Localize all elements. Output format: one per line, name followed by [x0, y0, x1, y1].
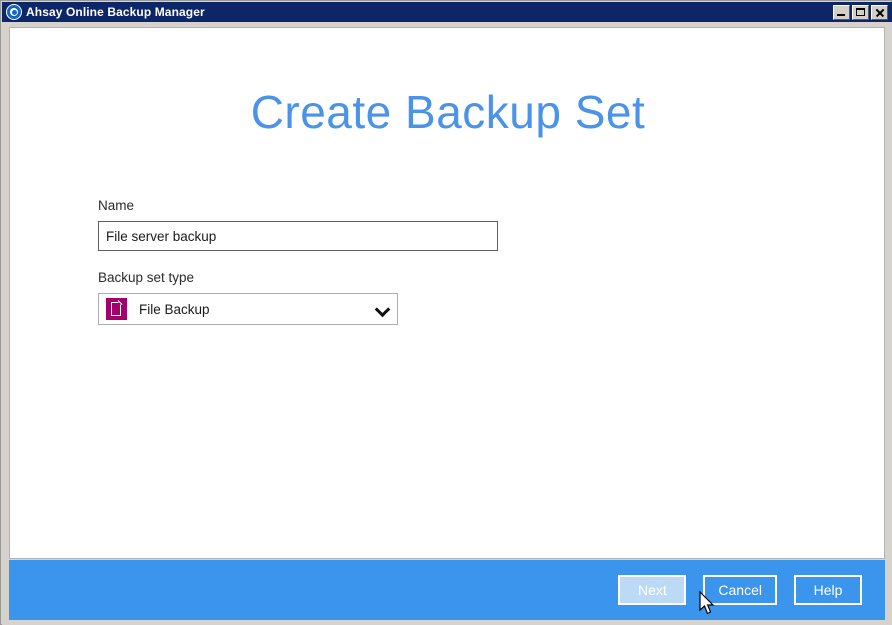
- help-button[interactable]: Help: [794, 575, 862, 605]
- name-field-label: Name: [98, 198, 135, 213]
- backup-set-type-value: File Backup: [139, 301, 210, 317]
- wizard-footer: Next Cancel Help: [9, 560, 885, 620]
- window-controls: [833, 4, 890, 20]
- window-title: Ahsay Online Backup Manager: [26, 5, 205, 19]
- next-button[interactable]: Next: [618, 575, 687, 605]
- backup-set-type-dropdown[interactable]: File Backup: [98, 293, 398, 325]
- maximize-icon: [856, 7, 865, 16]
- page-title: Create Backup Set: [250, 86, 646, 138]
- backup-set-name-input[interactable]: [98, 221, 498, 251]
- application-window: Ahsay Online Backup Manager Create Backu…: [0, 0, 892, 625]
- ahsay-ring-logo-icon: [6, 4, 22, 20]
- wizard-content-area: Create Backup Set Name Backup set type F…: [9, 27, 885, 559]
- close-button[interactable]: [871, 4, 888, 20]
- maximize-button[interactable]: [852, 4, 869, 20]
- title-bar: Ahsay Online Backup Manager: [2, 2, 892, 22]
- cancel-button[interactable]: Cancel: [703, 575, 777, 605]
- field-spacer: [98, 251, 498, 270]
- chevron-down-icon[interactable]: [375, 302, 389, 316]
- backup-set-type-label: Backup set type: [98, 270, 195, 285]
- minimize-icon: [837, 13, 845, 16]
- file-backup-icon: [106, 298, 127, 320]
- client-frame: Create Backup Set Name Backup set type F…: [2, 22, 892, 625]
- minimize-button[interactable]: [833, 4, 850, 20]
- create-backup-set-form: Name Backup set type File Backup: [98, 198, 498, 325]
